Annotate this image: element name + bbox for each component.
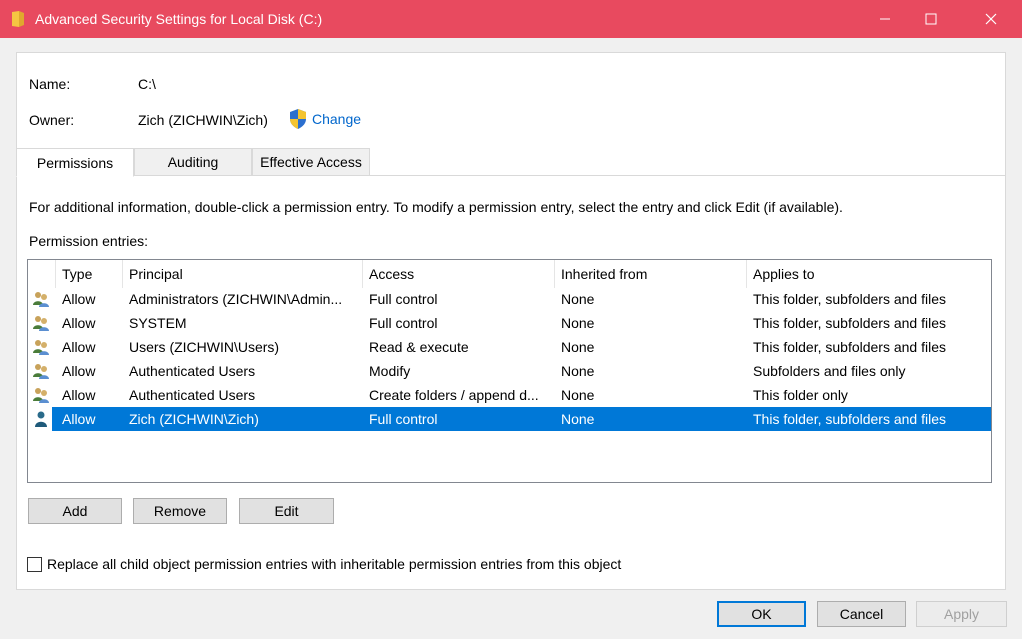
cell-type: Allow	[62, 315, 96, 331]
group-icon	[33, 316, 49, 331]
cell-inherited-from: None	[561, 291, 595, 307]
cell-applies-to: This folder, subfolders and files	[753, 339, 946, 355]
cell-inherited-from: None	[561, 315, 595, 331]
cell-inherited-from: None	[561, 387, 595, 403]
table-row[interactable]: Allow SYSTEM Full control None This fold…	[28, 311, 991, 335]
group-icon	[33, 292, 49, 307]
tab-effective-access[interactable]: Effective Access	[252, 148, 370, 176]
group-icon	[33, 364, 49, 379]
drive-icon	[12, 11, 24, 27]
permission-entries-label: Permission entries:	[29, 233, 149, 249]
cell-access: Read & execute	[369, 339, 469, 355]
cell-principal: Authenticated Users	[129, 363, 256, 379]
name-label: Name:	[29, 76, 71, 92]
column-header-icon[interactable]	[28, 260, 56, 288]
cell-access: Full control	[369, 315, 438, 331]
cell-applies-to: This folder, subfolders and files	[753, 291, 946, 307]
ok-button[interactable]: OK	[717, 601, 806, 627]
minimize-button[interactable]	[862, 0, 908, 38]
maximize-icon	[925, 13, 937, 25]
cell-applies-to: This folder only	[753, 387, 848, 403]
cell-principal: Users (ZICHWIN\Users)	[129, 339, 280, 355]
table-row[interactable]: Allow Authenticated Users Modify None Su…	[28, 359, 991, 383]
table-row-selected[interactable]: Allow Zich (ZICHWIN\Zich) Full control N…	[28, 407, 991, 431]
column-header-principal[interactable]: Principal	[123, 260, 363, 288]
cell-access: Full control	[369, 411, 438, 427]
close-button[interactable]	[968, 0, 1014, 38]
uac-shield-icon	[290, 109, 306, 129]
change-link-label: Change	[312, 111, 362, 127]
replace-child-permissions-option[interactable]: Replace all child object permission entr…	[27, 556, 621, 572]
table-row[interactable]: Allow Users (ZICHWIN\Users) Read & execu…	[28, 335, 991, 359]
cell-access: Full control	[369, 291, 438, 307]
cell-principal: Administrators (ZICHWIN\Admin...	[129, 291, 343, 307]
group-icon	[33, 340, 49, 355]
cell-principal: SYSTEM	[129, 315, 187, 331]
cell-principal: Authenticated Users	[129, 387, 256, 403]
remove-button[interactable]: Remove	[133, 498, 227, 524]
window-title: Advanced Security Settings for Local Dis…	[35, 11, 323, 27]
column-header-inherited-from[interactable]: Inherited from	[555, 260, 747, 288]
minimize-icon	[880, 18, 890, 20]
replace-child-permissions-label: Replace all child object permission entr…	[47, 556, 622, 572]
cell-inherited-from: None	[561, 339, 595, 355]
cell-inherited-from: None	[561, 363, 595, 379]
apply-button[interactable]: Apply	[916, 601, 1007, 627]
cancel-button[interactable]: Cancel	[817, 601, 906, 627]
cell-type: Allow	[62, 339, 96, 355]
replace-child-permissions-checkbox[interactable]	[27, 556, 42, 572]
permission-entries-list[interactable]: Type Principal Access Inherited from App…	[27, 259, 992, 483]
owner-value: Zich (ZICHWIN\Zich)	[138, 112, 268, 128]
cell-applies-to: Subfolders and files only	[753, 363, 906, 379]
table-row[interactable]: Allow Authenticated Users Create folders…	[28, 383, 991, 407]
table-row[interactable]: Allow Administrators (ZICHWIN\Admin... F…	[28, 287, 991, 311]
list-header: Type Principal Access Inherited from App…	[28, 260, 991, 288]
column-header-access[interactable]: Access	[363, 260, 555, 288]
cell-type: Allow	[62, 411, 96, 427]
user-icon	[35, 411, 47, 427]
edit-button[interactable]: Edit	[239, 498, 334, 524]
cell-applies-to: This folder, subfolders and files	[753, 411, 946, 427]
maximize-button[interactable]	[908, 0, 954, 38]
cell-principal: Zich (ZICHWIN\Zich)	[129, 411, 259, 427]
owner-label: Owner:	[29, 112, 75, 128]
column-header-applies-to[interactable]: Applies to	[747, 260, 991, 288]
tab-permissions[interactable]: Permissions	[16, 148, 134, 177]
cell-type: Allow	[62, 291, 96, 307]
cell-inherited-from: None	[561, 411, 595, 427]
close-icon	[985, 13, 997, 25]
tab-auditing[interactable]: Auditing	[134, 148, 252, 176]
add-button[interactable]: Add	[28, 498, 122, 524]
cell-access: Create folders / append d...	[369, 387, 539, 403]
instructions-text: For additional information, double-click…	[29, 199, 843, 215]
title-bar: Advanced Security Settings for Local Dis…	[0, 0, 1022, 38]
cell-type: Allow	[62, 363, 96, 379]
cell-applies-to: This folder, subfolders and files	[753, 315, 946, 331]
cell-type: Allow	[62, 387, 96, 403]
cell-access: Modify	[369, 363, 411, 379]
group-icon	[33, 388, 49, 403]
name-value: C:\	[138, 76, 156, 92]
change-owner-link[interactable]: Change	[288, 108, 361, 130]
column-header-type[interactable]: Type	[56, 260, 123, 288]
